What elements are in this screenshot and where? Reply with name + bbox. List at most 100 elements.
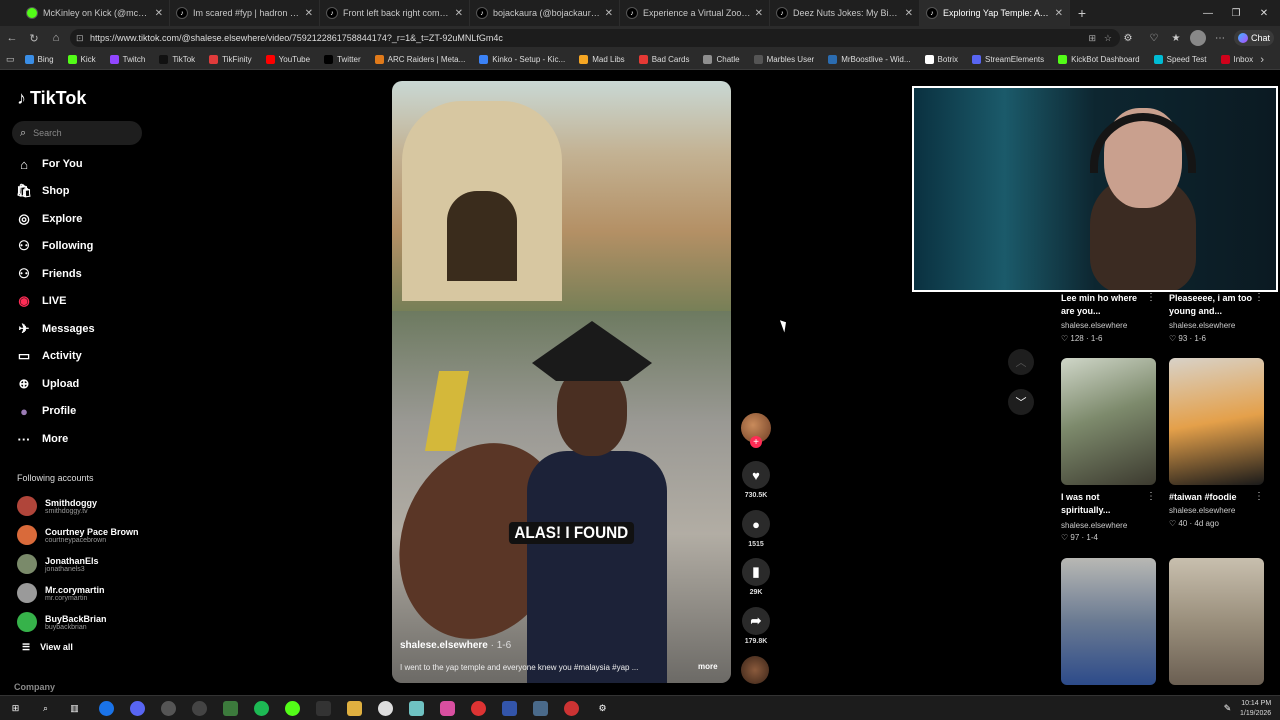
bookmark-item[interactable]: Inbox [1220, 55, 1253, 64]
user-avatar-icon[interactable] [1190, 30, 1206, 46]
app-icon[interactable] [471, 701, 486, 716]
browser-tab[interactable]: ♪ Front left back right combo 💙 | Ir... ✕ [320, 0, 470, 26]
browser-tab[interactable]: ♪ Experience a Virtual Zoo Adventur... ✕ [620, 0, 770, 26]
tiktok-logo[interactable]: ♪ TikTok [17, 88, 86, 109]
search-icon[interactable]: ⌕ [38, 701, 53, 716]
system-tray-icon[interactable]: ✎ [1220, 701, 1235, 716]
view-all-button[interactable]: ☰ View all [22, 642, 73, 653]
related-video-title[interactable]: #taiwan #foodie [1169, 491, 1253, 504]
bookmark-item[interactable]: Chatle [703, 55, 740, 64]
related-video-thumbnail[interactable] [1169, 358, 1264, 485]
nav-item-messages[interactable]: ✈ Messages [16, 319, 95, 339]
following-account[interactable]: Courtney Pace Brown courtneypacebrown [17, 523, 139, 547]
bookmark-item[interactable]: Botrix [924, 55, 958, 64]
close-tab-icon[interactable]: ✕ [305, 8, 313, 19]
browser-tab[interactable]: ♪ Im scared #fyp | hadron collider w... ✕ [170, 0, 320, 26]
related-video-thumbnail[interactable] [1061, 558, 1156, 685]
bookmark-item[interactable]: Twitch [109, 55, 145, 64]
video-author[interactable]: shalese.elsewhere · 1-6 [400, 640, 511, 651]
close-tab-icon[interactable]: ✕ [1055, 8, 1063, 19]
browser-tab-active[interactable]: ♪ Exploring Yap Temple: A Solo Trav... ✕ [920, 0, 1070, 26]
edge-browser-icon[interactable] [99, 701, 114, 716]
nav-item-more[interactable]: ··· More [16, 429, 69, 449]
related-video-title[interactable]: I was not spiritually... [1061, 491, 1141, 517]
app-icon[interactable] [533, 701, 548, 716]
bookmark-item[interactable]: Bad Cards [638, 55, 689, 64]
related-video-title[interactable]: Lee min ho where are you... [1061, 292, 1149, 318]
bookmark-item[interactable]: Kinko - Setup - Kic... [479, 55, 565, 64]
app-icon[interactable] [223, 701, 238, 716]
back-icon[interactable]: ← [4, 30, 20, 46]
new-tab-button[interactable]: + [1070, 0, 1094, 26]
related-video-thumbnail[interactable] [1169, 558, 1264, 685]
previous-video-button[interactable]: ︿ [1008, 349, 1034, 375]
related-video-author[interactable]: shalese.elsewhere [1061, 521, 1127, 530]
bookmark-item[interactable]: TikTok [159, 55, 195, 64]
bookmark-item[interactable]: Speed Test [1153, 55, 1207, 64]
app-icon[interactable] [192, 701, 207, 716]
comment-button[interactable]: ● 1515 [740, 510, 772, 548]
url-bar[interactable]: ⊡ https://www.tiktok.com/@shalese.elsewh… [70, 29, 1120, 47]
bookmark-item[interactable]: Mad Libs [579, 55, 625, 64]
nav-item-activity[interactable]: ▭ Activity [16, 346, 82, 366]
settings-gear-icon[interactable]: ⚙ [595, 701, 610, 716]
browser-essentials-icon[interactable]: ♡ [1146, 30, 1162, 46]
bookmark-item[interactable]: Marbles User [753, 55, 814, 64]
nav-item-upload[interactable]: ⊕ Upload [16, 374, 80, 394]
maximize-icon[interactable]: ❐ [1222, 0, 1250, 26]
collections-icon[interactable]: ▭ [6, 54, 15, 65]
bookmark-item[interactable]: KickBot Dashboard [1058, 55, 1140, 64]
bookmarks-overflow-icon[interactable]: › [1260, 54, 1264, 66]
company-link[interactable]: Company [14, 682, 55, 692]
file-explorer-icon[interactable] [347, 701, 362, 716]
following-account[interactable]: Smithdoggy smithdoggy.tv [17, 494, 97, 518]
home-icon[interactable]: ⌂ [48, 30, 64, 46]
favorites-icon[interactable]: ★ [1168, 30, 1184, 46]
nav-item-explore[interactable]: ◎ Explore [16, 209, 82, 229]
kebab-menu-icon[interactable]: ⋮ [1146, 491, 1156, 502]
app-icon[interactable] [440, 701, 455, 716]
related-video-title[interactable]: Pleaseeee, i am too young and... [1169, 292, 1253, 318]
site-info-icon[interactable]: ⊡ [76, 33, 84, 44]
discord-icon[interactable] [130, 701, 145, 716]
search-input[interactable]: ⌕ Search [12, 121, 142, 145]
copilot-chat-button[interactable]: Chat [1234, 30, 1274, 46]
bookmark-item[interactable]: Twitter [324, 55, 361, 64]
related-video-author[interactable]: shalese.elsewhere [1061, 321, 1127, 330]
close-tab-icon[interactable]: ✕ [155, 8, 163, 19]
nav-item-following[interactable]: ⚇ Following [16, 236, 93, 256]
bookmark-item[interactable]: TikFinity [209, 55, 252, 64]
bookmark-item[interactable]: StreamElements [971, 55, 1044, 64]
spotify-icon[interactable] [254, 701, 269, 716]
bookmark-item[interactable]: Bing [24, 55, 54, 64]
following-account[interactable]: BuyBackBrian buybackbrian [17, 610, 107, 634]
sound-disc-icon[interactable] [741, 656, 769, 684]
follow-plus-icon[interactable]: + [750, 436, 762, 448]
related-video-author[interactable]: shalese.elsewhere [1169, 321, 1235, 330]
nav-item-friends[interactable]: ⚇ Friends [16, 264, 82, 284]
nav-item-profile[interactable]: ● Profile [16, 401, 76, 421]
like-button[interactable]: ♥ 730.5K [740, 461, 772, 499]
share-button[interactable]: ➦ 179.8K [740, 607, 772, 645]
next-video-button[interactable]: ﹀ [1008, 389, 1034, 415]
close-tab-icon[interactable]: ✕ [905, 8, 913, 19]
menu-dots-icon[interactable]: ⋯ [1212, 30, 1228, 46]
task-view-icon[interactable]: ▥ [67, 701, 82, 716]
browser-tab[interactable]: ♪ bojackaura (@bojackaura)'s video... ✕ [470, 0, 620, 26]
related-video-author[interactable]: shalese.elsewhere [1169, 506, 1235, 515]
bookmark-item[interactable]: MrBoostlive - Wid... [828, 55, 911, 64]
kick-app-icon[interactable] [285, 701, 300, 716]
favorite-star-icon[interactable]: ☆ [1104, 33, 1112, 44]
following-account[interactable]: Mr.corymartin mr.corymartin [17, 581, 105, 605]
browser-tab[interactable]: ♪ Deez Nuts Jokes: My Biggest Dow... ✕ [770, 0, 920, 26]
close-window-icon[interactable]: ✕ [1250, 0, 1278, 26]
nav-item-live[interactable]: ◉ LIVE [16, 291, 66, 311]
browser-tab[interactable]: McKinley on Kick (@mckinley.tv) | ... ✕ [20, 0, 170, 26]
tab-actions-icon[interactable] [0, 0, 20, 26]
bookmark-item[interactable]: Kick [67, 55, 96, 64]
more-button[interactable]: more [698, 662, 718, 671]
kebab-menu-icon[interactable]: ⋮ [1254, 491, 1264, 502]
close-tab-icon[interactable]: ✕ [755, 8, 763, 19]
minimize-icon[interactable]: — [1194, 0, 1222, 26]
app-icon[interactable] [502, 701, 517, 716]
